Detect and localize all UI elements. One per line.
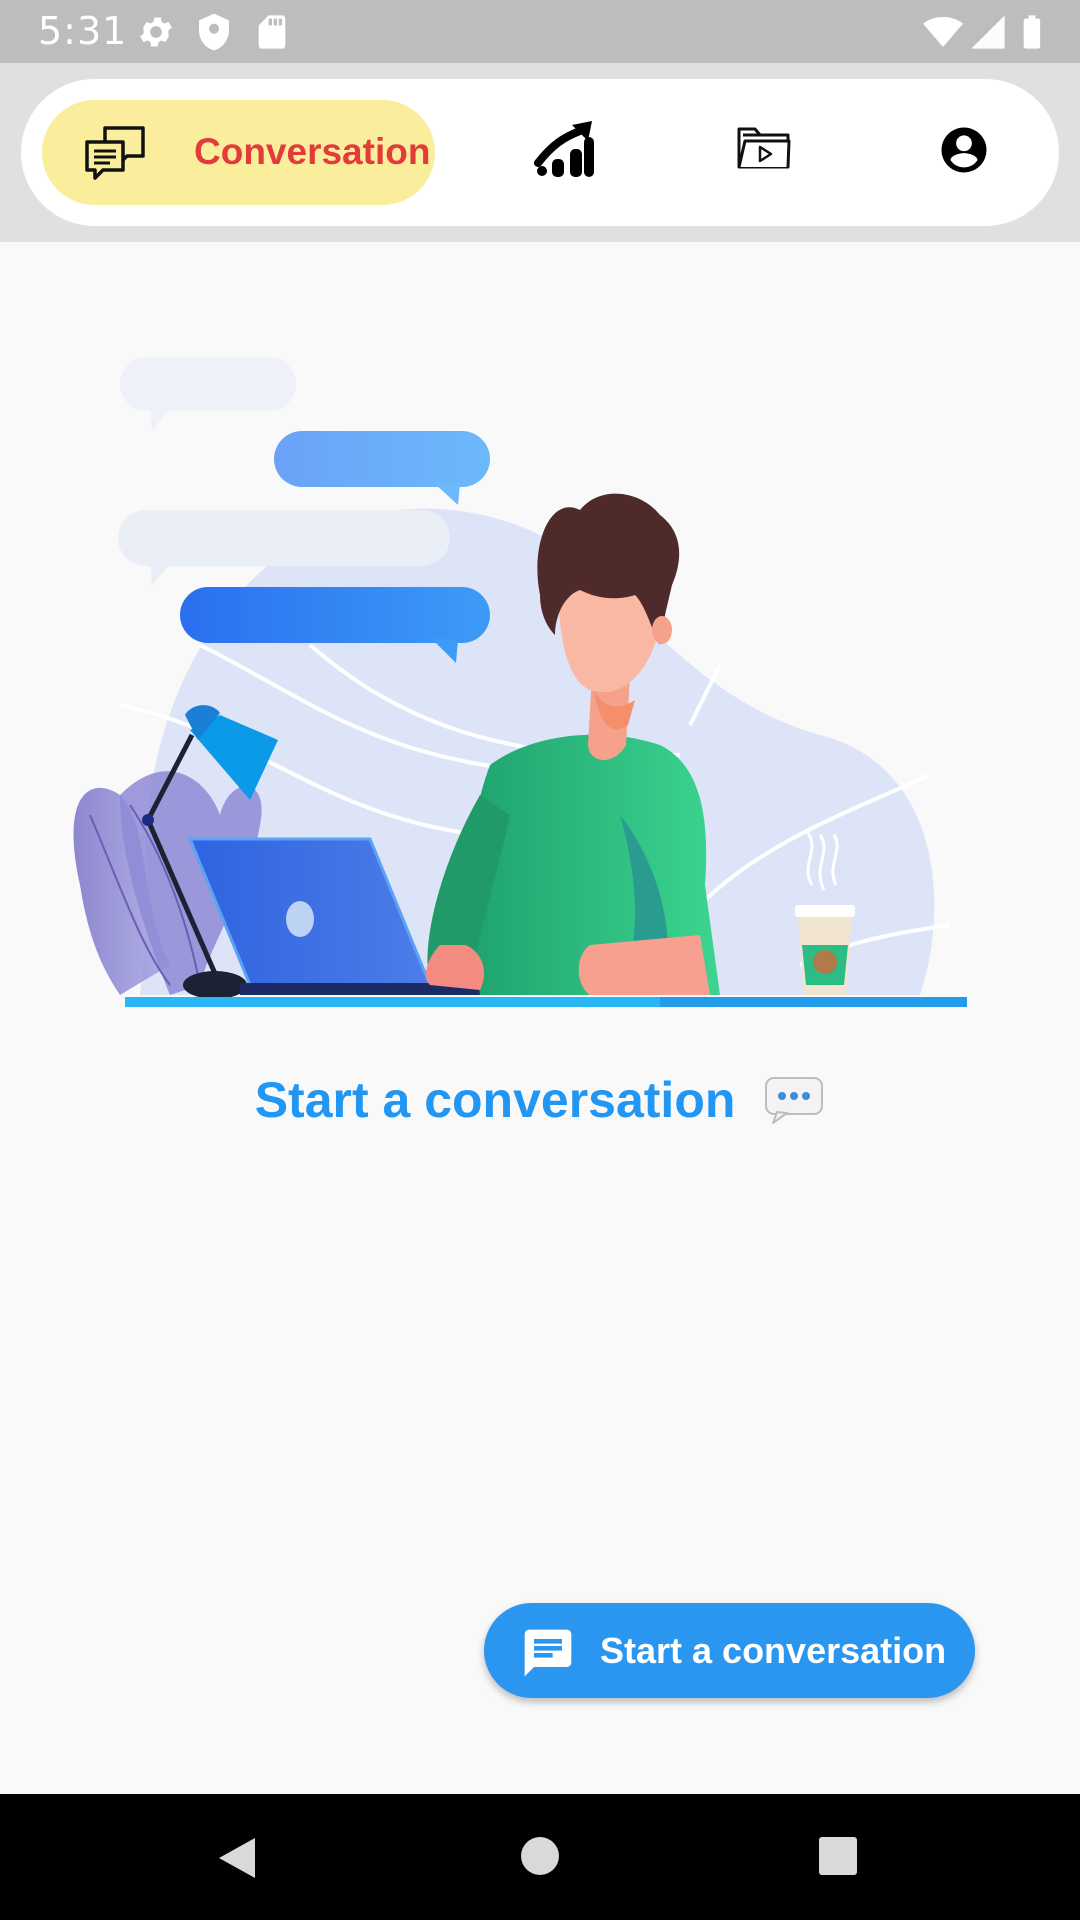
system-navigation-bar (0, 1794, 1080, 1920)
video-folder-icon[interactable] (735, 119, 793, 173)
top-navigation: Conversation (0, 63, 1080, 242)
start-conversation-button[interactable]: Start a conversation (484, 1603, 975, 1698)
nav-bar: Conversation (21, 79, 1059, 226)
home-icon[interactable] (520, 1836, 560, 1876)
sd-card-icon (258, 15, 286, 49)
signal-icon (971, 15, 1005, 49)
settings-icon (140, 17, 172, 47)
status-time: 5:31 (38, 9, 128, 53)
tab-conversation[interactable]: Conversation (42, 100, 435, 205)
recents-icon[interactable] (818, 1836, 858, 1876)
empty-state-title-text: Start a conversation (254, 1072, 736, 1128)
message-icon (524, 1629, 572, 1677)
battery-icon (1023, 15, 1041, 49)
speech-balloon-icon (765, 1077, 824, 1124)
account-circle-icon[interactable] (937, 123, 991, 177)
trending-up-icon[interactable] (534, 119, 596, 177)
start-conversation-button-label: Start a conversation (600, 1630, 947, 1671)
chat-bubbles-icon (85, 126, 145, 180)
status-bar: 5:31 (0, 0, 1080, 63)
wifi-icon (923, 17, 963, 47)
tab-conversation-label: Conversation (194, 131, 431, 172)
empty-state-title: Start a conversation (0, 1068, 1080, 1132)
shield-icon (199, 13, 229, 51)
hero-illustration (73, 357, 967, 1007)
back-icon[interactable] (215, 1834, 259, 1882)
